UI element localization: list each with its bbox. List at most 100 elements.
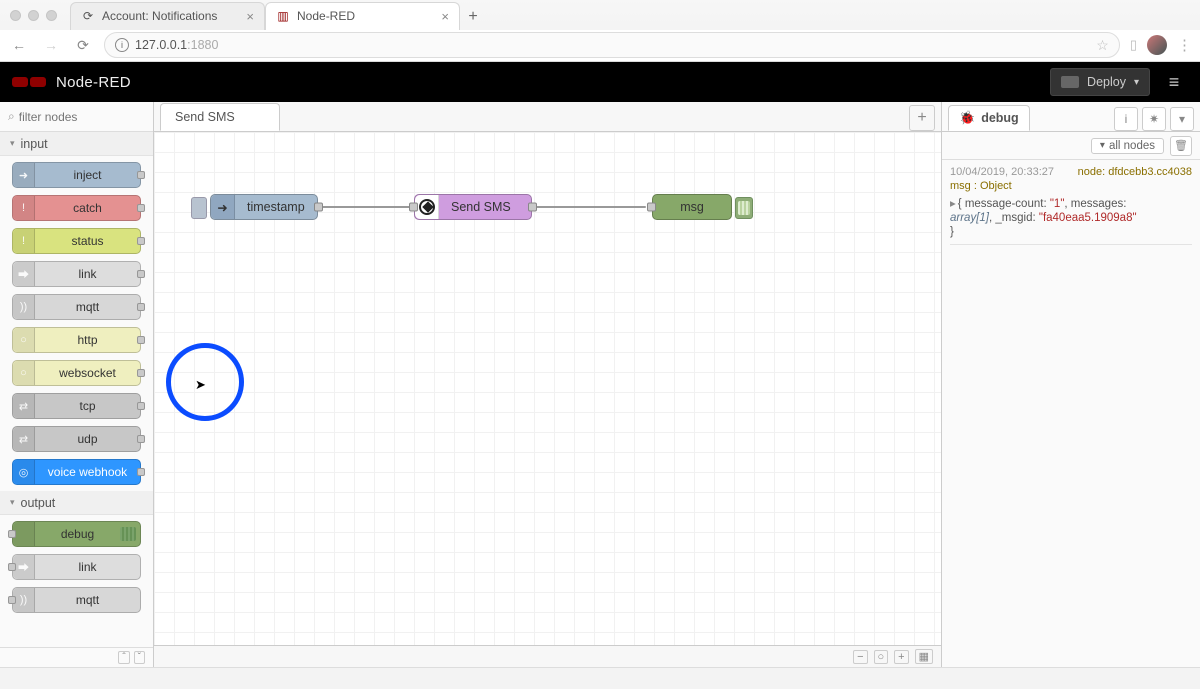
workspace: Send SMS + ➜ timestamp Send SMS [154, 102, 942, 667]
profile-avatar[interactable] [1147, 35, 1167, 55]
node-type-icon: ⇄ [13, 427, 35, 451]
deploy-button[interactable]: Deploy ▾ [1050, 68, 1150, 96]
debug-filter-button[interactable]: ▾ all nodes [1091, 138, 1164, 154]
window-zoom-icon[interactable] [46, 10, 57, 21]
debug-timestamp: 10/04/2019, 20:33:27 [950, 166, 1054, 178]
palette-node-mqtt[interactable]: ))mqtt [12, 294, 141, 320]
close-icon[interactable]: × [246, 9, 254, 24]
palette-node-port [137, 237, 145, 245]
window-controls[interactable] [10, 10, 57, 21]
arrow-right-icon: ➜ [211, 195, 235, 219]
browser-toolbar: ← → ⟳ i 127.0.0.1:1880 ☆ ▯ ⋮ [0, 30, 1200, 61]
palette-filter[interactable]: ⌕ [0, 102, 153, 132]
node-type-icon: ⇄ [13, 394, 35, 418]
extension-icon[interactable]: ▯ [1130, 37, 1137, 53]
palette-node-port [137, 270, 145, 278]
sidebar-tab-label: debug [981, 111, 1019, 125]
nodered-favicon-icon: ▥ [276, 9, 290, 23]
flow-tab-label: Send SMS [175, 110, 235, 124]
deploy-label: Deploy [1087, 75, 1126, 89]
palette-node-status[interactable]: !status [12, 228, 141, 254]
browser-menu-icon[interactable]: ⋮ [1177, 36, 1192, 54]
palette-node-link[interactable]: ⮕link [12, 261, 141, 287]
address-bar[interactable]: i 127.0.0.1:1880 ☆ [104, 32, 1120, 58]
palette-node-websocket[interactable]: ○websocket [12, 360, 141, 386]
palette-category-input[interactable]: ▾ input [0, 132, 153, 156]
palette-node-catch[interactable]: !catch [12, 195, 141, 221]
palette-node-port [137, 468, 145, 476]
palette-collapse-up-button[interactable]: ˆ [118, 651, 129, 664]
sidebar-info-button[interactable]: i [1114, 107, 1138, 131]
debug-clear-button[interactable]: 🗑 [1170, 136, 1192, 156]
site-info-icon[interactable]: i [115, 38, 129, 52]
expand-icon[interactable]: ▸ [950, 198, 956, 210]
palette-node-label: voice webhook [35, 466, 140, 479]
node-label: Send SMS [439, 200, 523, 214]
palette-node-label: catch [35, 202, 140, 215]
navigator-button[interactable]: ▦ [915, 649, 933, 664]
window-close-icon[interactable] [10, 10, 21, 21]
palette-node-tcp[interactable]: ⇄tcp [12, 393, 141, 419]
sidebar-debug-button[interactable]: ✷ [1142, 107, 1166, 131]
node-port[interactable] [314, 203, 323, 212]
palette-node-port [137, 171, 145, 179]
debug-toggle-button[interactable] [735, 197, 753, 219]
palette-node-port [137, 303, 145, 311]
chevron-down-icon: ▾ [10, 497, 15, 508]
zoom-reset-button[interactable]: ○ [874, 650, 889, 664]
tab-title: Node-RED [297, 9, 355, 23]
chevron-down-icon: ▾ [10, 138, 15, 149]
window-minimize-icon[interactable] [28, 10, 39, 21]
node-debug[interactable]: msg [652, 194, 732, 220]
palette-node-label: tcp [35, 400, 140, 413]
zoom-in-button[interactable]: + [894, 650, 908, 664]
palette-filter-input[interactable] [19, 110, 145, 124]
palette-collapse-down-button[interactable]: ˇ [134, 651, 145, 664]
debug-node-link[interactable]: node: dfdcebb3.cc4038 [1078, 166, 1192, 178]
new-tab-button[interactable]: + [460, 4, 486, 30]
palette-node-mqtt[interactable]: ))mqtt [12, 587, 141, 613]
chevron-down-icon[interactable]: ▾ [1134, 77, 1139, 88]
debug-filter-label: all nodes [1109, 140, 1155, 152]
main-menu-button[interactable]: ≡ [1160, 68, 1188, 96]
node-sendsms[interactable]: Send SMS [414, 194, 532, 220]
flow-tab-sendsms[interactable]: Send SMS [160, 103, 280, 131]
palette-node-inject[interactable]: ➜inject [12, 162, 141, 188]
browser-tab-nodered[interactable]: ▥ Node-RED × [265, 2, 460, 30]
debug-msg-object[interactable]: ▸{ message-count: "1", messages: array[1… [950, 196, 1192, 245]
palette-node-debug[interactable]: debug [12, 521, 141, 547]
palette-node-label: link [35, 561, 140, 574]
add-flow-button[interactable]: + [909, 105, 935, 131]
sidebar-more-button[interactable]: ▾ [1170, 107, 1194, 131]
node-port[interactable] [409, 203, 418, 212]
palette-node-http[interactable]: ○http [12, 327, 141, 353]
cursor-pointer-icon: ➤ [195, 377, 206, 393]
reload-button[interactable]: ⟳ [72, 34, 94, 56]
browser-tab-notifications[interactable]: ⟳ Account: Notifications × [70, 2, 265, 30]
node-port[interactable] [528, 203, 537, 212]
palette-node-link[interactable]: ⮕link [12, 554, 141, 580]
palette-node-port [8, 563, 16, 571]
inject-trigger-button[interactable] [191, 197, 207, 219]
deploy-icon [1061, 76, 1079, 88]
node-port[interactable] [647, 203, 656, 212]
zoom-out-button[interactable]: − [853, 650, 867, 664]
forward-button[interactable]: → [40, 34, 62, 56]
workspace-footer: − ○ + ▦ [154, 645, 941, 667]
back-button[interactable]: ← [8, 34, 30, 56]
close-icon[interactable]: × [441, 9, 449, 24]
node-inject[interactable]: ➜ timestamp [210, 194, 318, 220]
node-type-icon: )) [13, 588, 35, 612]
bookmark-icon[interactable]: ☆ [1096, 37, 1109, 54]
app-body: ⌕ ▾ input ➜inject !catch !status ⮕link ))mqt… [0, 102, 1200, 667]
url-port: :1880 [187, 38, 218, 52]
flow-canvas[interactable]: ➜ timestamp Send SMS msg ➤ [154, 132, 941, 645]
palette-node-voice-webhook[interactable]: ◎voice webhook [12, 459, 141, 485]
palette-node-udp[interactable]: ⇄udp [12, 426, 141, 452]
palette-category-output[interactable]: ▾ output [0, 491, 153, 515]
node-label: timestamp [235, 200, 317, 214]
sidebar-tab-debug[interactable]: 🐞 debug [948, 105, 1030, 131]
nodered-logo-icon [12, 73, 46, 91]
wire [318, 206, 414, 208]
node-type-icon: ○ [13, 361, 35, 385]
